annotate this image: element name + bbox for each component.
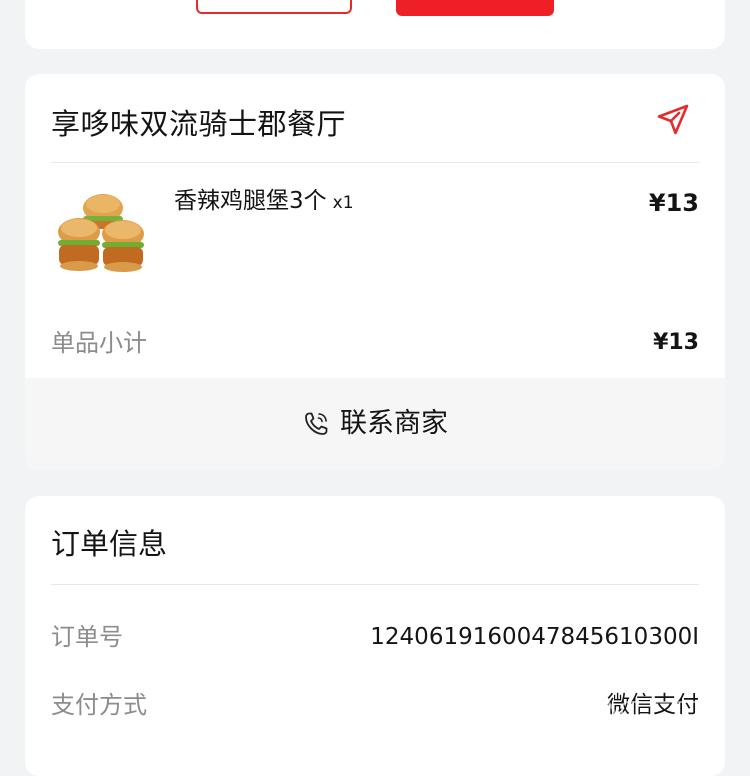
- item-name: 香辣鸡腿堡3个 x1: [174, 184, 354, 220]
- contact-merchant-label: 联系商家: [340, 408, 448, 439]
- payment-method-value: 微信支付: [607, 692, 699, 718]
- contact-merchant-button[interactable]: 联系商家: [25, 378, 725, 470]
- order-number-value[interactable]: 1240619160047845610300I: [370, 620, 699, 654]
- top-actions-card: [25, 0, 725, 49]
- burger-food-image: [58, 194, 144, 272]
- divider: [51, 162, 699, 163]
- navigation-arrow-icon[interactable]: [655, 102, 691, 138]
- order-info-card: 订单信息 订单号 1240619160047845610300I 支付方式 微信…: [25, 496, 725, 776]
- item-quantity: x1: [332, 193, 354, 213]
- shop-name[interactable]: 享哆味双流骑士郡餐厅: [51, 104, 346, 144]
- subtotal-label: 单品小计: [51, 329, 147, 357]
- divider: [51, 584, 699, 585]
- phone-icon: [305, 412, 328, 435]
- order-info-title: 订单信息: [51, 527, 168, 561]
- secondary-action-button[interactable]: [196, 0, 352, 14]
- item-price: ¥13: [648, 189, 699, 217]
- payment-method-label: 支付方式: [51, 691, 147, 719]
- shop-card: 享哆味双流骑士郡餐厅 香辣鸡腿堡3个 x1 ¥13 单品小计 ¥13 联系商家: [25, 74, 725, 470]
- subtotal-value: ¥13: [653, 330, 699, 355]
- item-name-text: 香辣鸡腿堡3个: [174, 188, 327, 214]
- order-number-label: 订单号: [51, 623, 123, 651]
- primary-action-button[interactable]: [396, 0, 554, 16]
